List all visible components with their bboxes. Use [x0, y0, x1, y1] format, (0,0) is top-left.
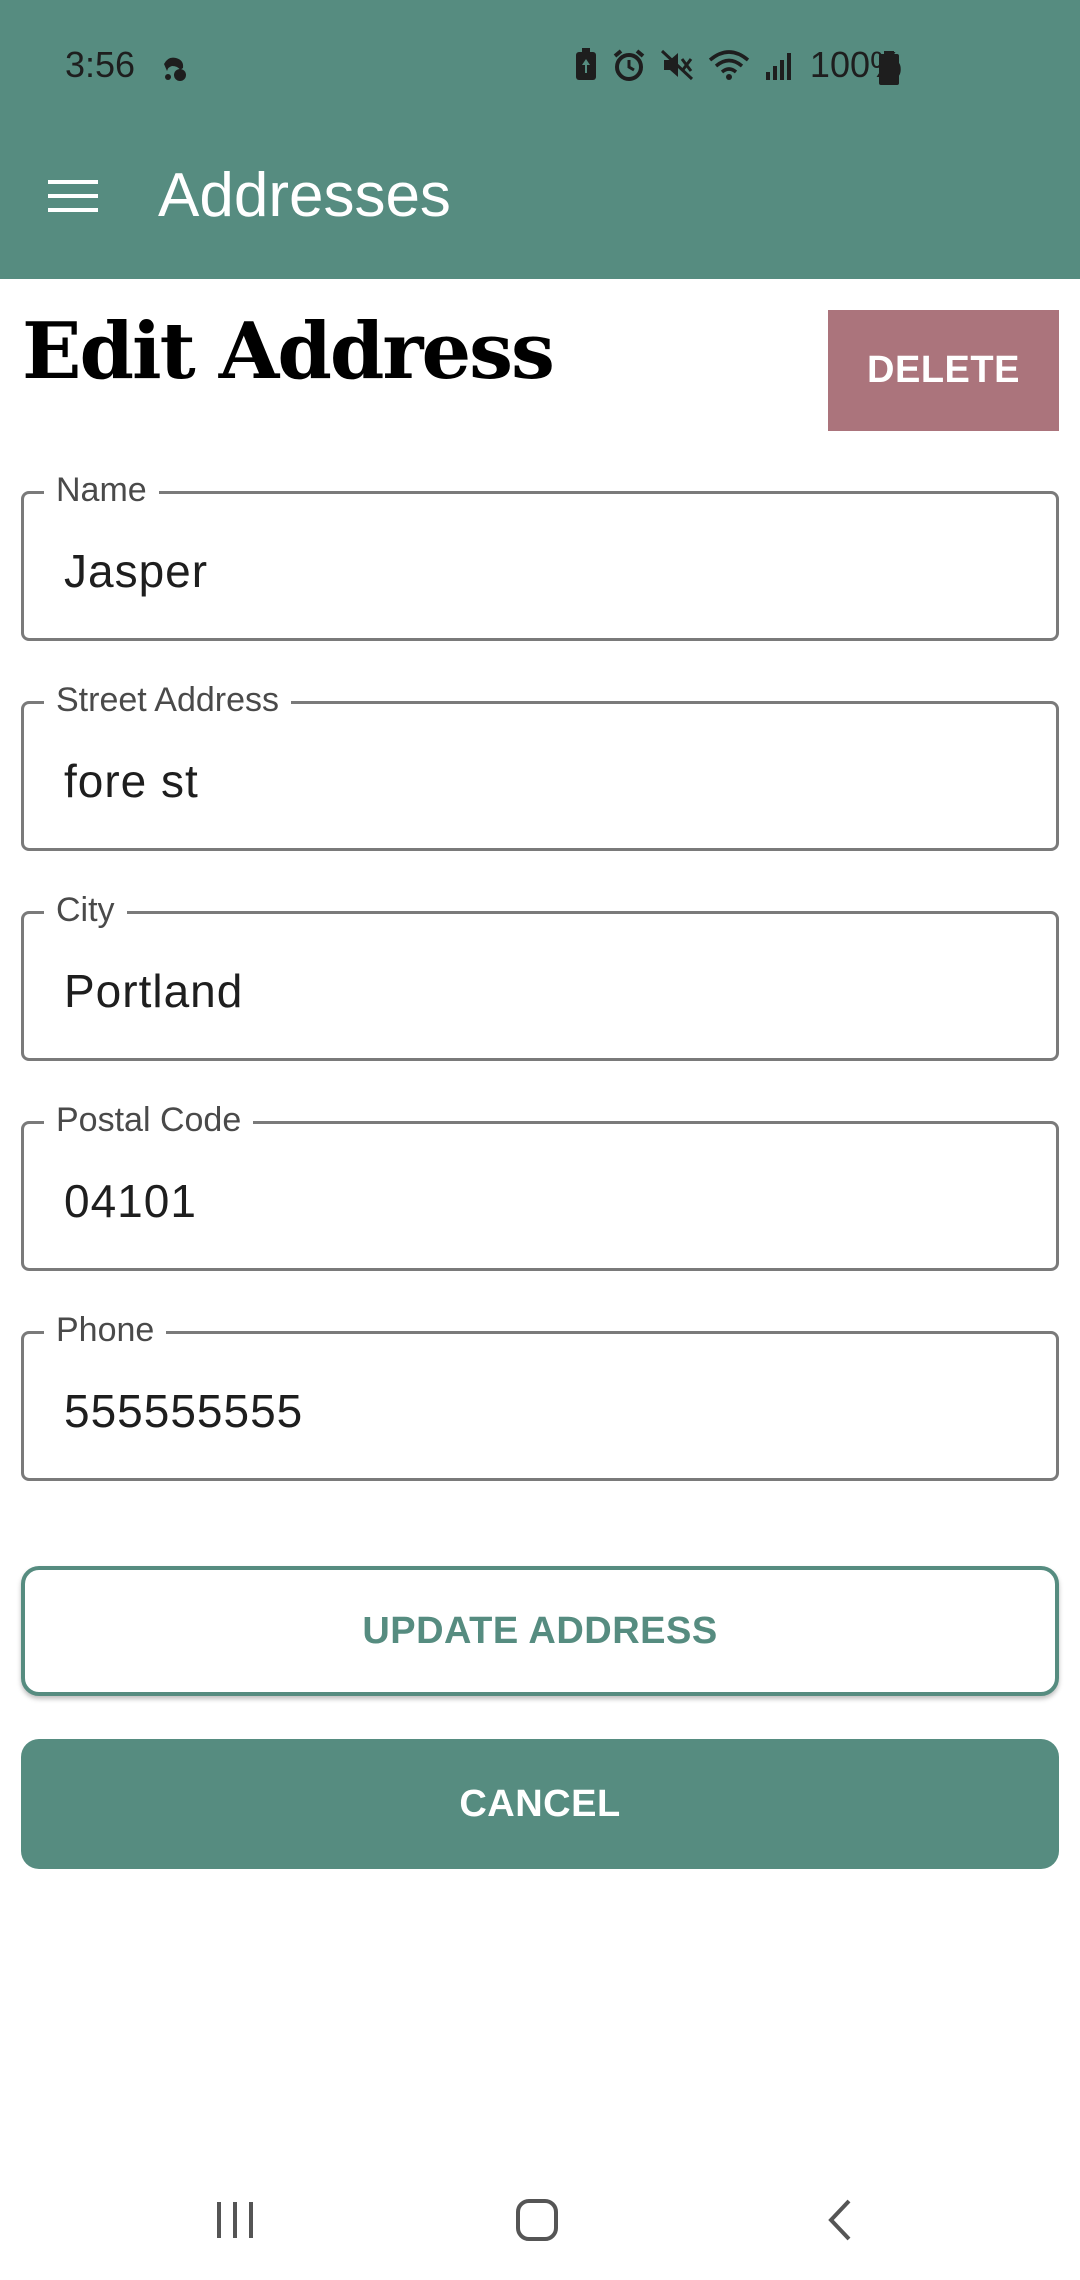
app-bar: 3:56 100% Addresses — [0, 0, 1080, 279]
postal-code-field-label: Postal Code — [44, 1098, 254, 1142]
battery-saver-icon — [575, 48, 596, 80]
postal-code-field[interactable]: Postal Code 04101 — [21, 1098, 1059, 1271]
status-time: 3:56 — [65, 44, 136, 85]
recents-icon[interactable] — [195, 2190, 275, 2250]
phone-field-value[interactable]: 555555555 — [64, 1384, 303, 1438]
signal-icon — [765, 53, 791, 80]
phone-field-label: Phone — [44, 1308, 167, 1352]
notification-icon — [164, 57, 186, 81]
postal-code-field-value[interactable]: 04101 — [64, 1174, 197, 1228]
page-title: Edit Address — [22, 306, 555, 397]
update-address-button[interactable]: UPDATE ADDRESS — [21, 1566, 1059, 1696]
battery-icon — [879, 51, 899, 85]
system-nav-bar — [0, 2160, 1080, 2280]
city-field[interactable]: City Portland — [21, 888, 1059, 1061]
alarm-icon — [613, 49, 645, 81]
delete-button[interactable]: DELETE — [828, 310, 1059, 431]
back-icon[interactable] — [800, 2190, 880, 2250]
app-bar-title: Addresses — [158, 161, 451, 230]
name-field-value[interactable]: Jasper — [64, 544, 208, 598]
phone-field[interactable]: Phone 555555555 — [21, 1308, 1059, 1481]
city-field-value[interactable]: Portland — [64, 964, 243, 1018]
cancel-button[interactable]: CANCEL — [21, 1739, 1059, 1869]
street-address-field-value[interactable]: fore st — [64, 754, 199, 808]
city-field-label: City — [44, 888, 127, 932]
street-address-field[interactable]: Street Address fore st — [21, 678, 1059, 851]
hamburger-menu-icon[interactable] — [40, 166, 106, 226]
wifi-icon — [708, 50, 750, 80]
name-field-label: Name — [44, 468, 159, 512]
status-icons: 100% — [574, 44, 902, 86]
mute-icon — [660, 49, 693, 81]
name-field[interactable]: Name Jasper — [21, 468, 1059, 641]
street-address-field-label: Street Address — [44, 678, 292, 722]
home-icon[interactable] — [497, 2190, 577, 2250]
